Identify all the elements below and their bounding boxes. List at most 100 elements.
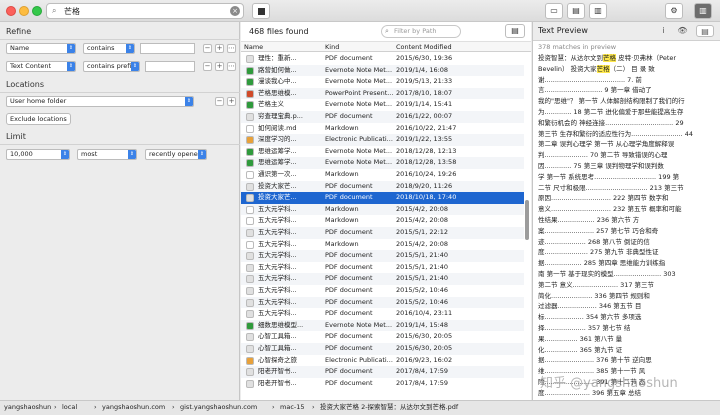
table-row[interactable]: 思维运筹学... Evernote Note Met... 2018/12/28, … xyxy=(241,146,524,158)
cell-kind: Markdown xyxy=(325,239,359,248)
operator-select[interactable]: contains prefixes ⇕ xyxy=(83,61,140,72)
limit-by-select[interactable]: recently opened ⇕ xyxy=(145,149,207,160)
table-row[interactable]: 五大元学科... PDF document 2015/5/1, 21:40 xyxy=(241,250,524,262)
search-input[interactable]: ⌕ 芒格 × xyxy=(46,3,244,19)
close-window-button[interactable] xyxy=(6,6,16,16)
table-row[interactable]: 如何阅读.md Markdown 2016/10/22, 21:47 xyxy=(241,123,524,135)
view-sidebar-button[interactable]: ▭ xyxy=(545,3,563,19)
table-row[interactable]: 阳老开智书... PDF document 2017/8/4, 17:59 xyxy=(241,378,524,390)
remove-row-button[interactable]: − xyxy=(203,62,212,71)
attribute-select[interactable]: Name ⇕ xyxy=(6,43,76,54)
limit-order-select[interactable]: most ⇕ xyxy=(77,149,137,160)
view-preview-button[interactable]: ▥ xyxy=(589,3,607,19)
sidebar-icon: ▭ xyxy=(550,6,558,15)
table-row[interactable]: 投资大家芒... PDF document 2018/9/20, 11:26 xyxy=(241,180,524,193)
cell-kind: Evernote Note Met... xyxy=(325,320,393,329)
table-row[interactable]: 五大元学科... Markdown 2015/4/2, 20:08 xyxy=(241,239,524,251)
cell-name: 路营如何做... xyxy=(258,65,297,74)
table-row[interactable]: 五大元学科... PDF document 2015/5/1, 22:12 xyxy=(241,227,524,239)
preview-line: 意义............................. 232 第五节 … xyxy=(538,204,713,215)
location-select[interactable]: User home folder ⇕ xyxy=(6,96,194,107)
preview-line: 投资智慧：从达尔文到芒格 皮特·贝弗林（Peter xyxy=(538,53,713,64)
add-row-button[interactable]: + xyxy=(215,62,224,71)
table-row[interactable]: 五大元学科... PDF document 2016/10/4, 23:11 xyxy=(241,308,524,320)
results-panel: 468 files found ⌕ Filter by Path ▤ Name … xyxy=(241,22,531,400)
value-field[interactable] xyxy=(145,61,195,72)
eye-icon[interactable]: 👁 xyxy=(676,25,689,37)
cell-kind: Markdown xyxy=(325,170,359,178)
table-row[interactable]: 细数思维模型... Evernote Note Met... 2019/1/4, 1… xyxy=(241,319,524,332)
table-row[interactable]: 理性：重新... PDF document 2015/6/30, 19:36 xyxy=(241,53,524,65)
table-row[interactable]: 通识第一次... Markdown 2016/10/24, 19:26 xyxy=(241,169,524,181)
table-row[interactable]: 思维运筹学... Evernote Note Met... 2018/12/28, … xyxy=(241,157,524,169)
list-options-button[interactable]: ▤ xyxy=(505,24,525,38)
table-row[interactable]: 五大元学科... Markdown 2015/4/2, 20:08 xyxy=(241,215,524,227)
more-options-button[interactable]: ⋯ xyxy=(227,62,236,71)
table-row[interactable]: 心智探奇之旅 Electronic Publicati... 2016/9/23, … xyxy=(241,355,524,367)
cell-modified: 2017/8/4, 17:59 xyxy=(396,367,449,376)
operator-select[interactable]: contains ⇕ xyxy=(83,43,135,54)
cell-name: 芒格思维模... xyxy=(258,88,297,97)
preview-line: 据.................. 285 第四章 思维能力训练指 xyxy=(538,258,713,269)
path-crumb[interactable]: yangshaoshun.com xyxy=(102,401,165,414)
attribute-select[interactable]: Text Content ⇕ xyxy=(6,61,76,72)
add-location-button[interactable]: + xyxy=(227,97,236,106)
settings-button[interactable]: ⚙ xyxy=(665,3,683,19)
table-row[interactable]: 漫谈我心中... Evernote Note Met... 2019/5/13, 2… xyxy=(241,76,524,88)
file-icon xyxy=(246,287,254,295)
path-crumb[interactable]: 投资大家芒格 2-探索智慧：从达尔文到芒格.pdf xyxy=(320,401,458,414)
table-row[interactable]: 五大元学科... PDF document 2015/5/1, 21:40 xyxy=(241,262,524,274)
cell-kind: PDF document xyxy=(325,344,373,352)
add-row-button[interactable]: + xyxy=(215,44,224,53)
file-icon xyxy=(246,298,254,307)
scrollbar[interactable] xyxy=(525,200,529,240)
refine-row-1: Name ⇕ contains ⇕ − + ⋯ xyxy=(0,43,240,56)
table-row[interactable]: 穷查理宝典.p... PDF document 2016/1/22, 00:07 xyxy=(241,111,524,123)
view-list-button[interactable]: ▤ xyxy=(567,3,585,19)
table-row[interactable]: 投资大家芒... PDF document 2018/10/18, 17:40 xyxy=(241,192,524,204)
list-icon[interactable]: ▤ xyxy=(696,25,714,37)
path-crumb[interactable]: mac-15 xyxy=(280,401,305,414)
file-icon xyxy=(246,217,254,226)
table-row[interactable]: 深度学习的... Electronic Publicati... 2019/1/22… xyxy=(241,134,524,146)
path-crumb[interactable]: yangshaoshun xyxy=(4,401,51,414)
path-crumb[interactable]: gist.yangshaoshun.com xyxy=(180,401,257,414)
remove-row-button[interactable]: − xyxy=(203,44,212,53)
info-icon[interactable]: i xyxy=(657,25,670,37)
chevron-right-icon: › xyxy=(172,403,175,411)
table-row[interactable]: 五大元学科... Markdown 2015/4/2, 20:08 xyxy=(241,203,524,216)
preview-fragment: 第三节 生存和繁衍的适应性行为.........................… xyxy=(538,129,694,138)
preview-fragment: 简化.................... 336 第四节 规则和 xyxy=(538,291,650,300)
path-crumb[interactable]: local xyxy=(62,401,77,414)
stop-button[interactable] xyxy=(252,3,270,19)
column-modified[interactable]: Content Modified xyxy=(396,43,452,51)
value-field[interactable] xyxy=(140,43,195,54)
exclude-locations-button[interactable]: Exclude locations xyxy=(6,113,71,125)
zoom-window-button[interactable] xyxy=(32,6,42,16)
more-options-button[interactable]: ⋯ xyxy=(227,44,236,53)
table-row[interactable]: 五大元学科... PDF document 2015/5/1, 21:40 xyxy=(241,273,524,285)
table-row[interactable]: 心智工具箱... PDF document 2015/6/30, 20:05 xyxy=(241,343,524,355)
remove-location-button[interactable]: − xyxy=(215,97,224,106)
table-row[interactable]: 心智工具箱... PDF document 2015/6/30, 20:05 xyxy=(241,331,524,343)
table-row[interactable]: 阳老开智书... PDF document 2017/8/4, 17:59 xyxy=(241,366,524,378)
table-row[interactable]: 芒格思维模... PowerPoint Present... 2017/8/10, … xyxy=(241,87,524,100)
cell-modified: 2016/10/24, 19:26 xyxy=(396,170,457,178)
table-row[interactable]: 芒格主义 Evernote Note Met... 2019/1/14, 15:41 xyxy=(241,99,524,111)
path-filter-input[interactable]: ⌕ Filter by Path xyxy=(381,25,461,38)
preview-line: 第二章 误判心理学 第一节 从心理学角度解释误 xyxy=(538,139,713,150)
column-name[interactable]: Name xyxy=(244,43,263,51)
clear-icon[interactable]: × xyxy=(230,6,240,16)
limit-count-select[interactable]: 10,000 ⇕ xyxy=(6,149,70,160)
match-highlight: 芒格 xyxy=(603,54,616,62)
preview-fragment: 据.................. 285 第四章 思维能力训练指 xyxy=(538,259,666,268)
toggle-preview-button[interactable]: ▥ xyxy=(694,3,712,19)
table-row[interactable]: 路营如何做... Evernote Note Met... 2019/1/4, 16… xyxy=(241,64,524,77)
file-icon xyxy=(246,345,254,353)
table-row[interactable]: 五大元学科... PDF document 2015/5/2, 10:46 xyxy=(241,296,524,309)
file-icon xyxy=(246,78,254,87)
minimize-window-button[interactable] xyxy=(19,6,29,16)
location-value: User home folder xyxy=(10,97,67,105)
column-kind[interactable]: Kind xyxy=(325,43,339,51)
table-row[interactable]: 五大元学科... PDF document 2015/5/2, 10:46 xyxy=(241,285,524,297)
